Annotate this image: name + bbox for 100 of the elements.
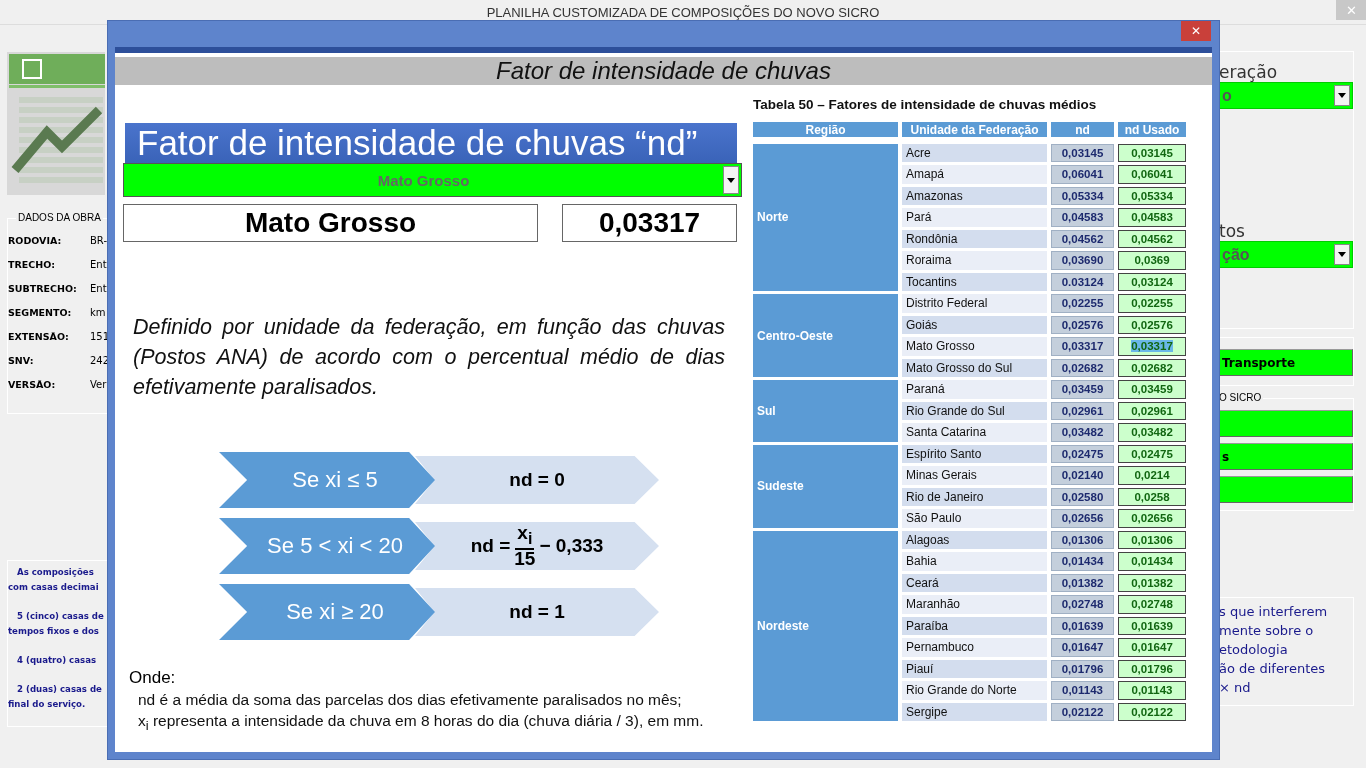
nd-used-cell[interactable]: 0,04562 [1118,229,1186,248]
condition-chevron: Se 5 < xi < 20 [219,518,435,574]
state-cell: Espírito Santo [902,444,1047,463]
dropdown-button[interactable] [723,166,739,194]
action-button[interactable] [1219,410,1353,437]
dropdown[interactable]: o [1219,82,1353,109]
note-text: 4 (quatro) casas [16,654,98,667]
transport-button[interactable]: Transporte [1219,349,1353,376]
state-cell: Amazonas [902,186,1047,205]
state-cell: Pará [902,208,1047,227]
banner-title: Fator de intensidade de chuvas “nd” [125,123,737,163]
note-text: mente sobre o [1219,622,1315,640]
table-title: Tabela 50 – Fatores de intensidade de chuvas médios [753,97,1098,112]
note-text: s que interferem [1219,603,1329,621]
dropdown-button[interactable] [1334,244,1350,265]
close-button[interactable]: ✕ [1181,21,1211,41]
nd-used-cell[interactable]: 0,03317 [1118,337,1186,356]
field-label: SNV: [8,355,35,366]
state-cell: Paraná [902,380,1047,399]
nd-cell: 0,02580 [1051,487,1114,506]
nd-value-box: 0,03317 [562,204,737,242]
condition-chevron: Se xi ≥ 20 [219,584,435,640]
nd-used-cell[interactable]: 0,03482 [1118,423,1186,442]
group-label: DADOS DA OBRA [16,212,103,223]
note-text: ão de diferentes [1219,660,1327,678]
nd-used-cell[interactable]: 0,02475 [1118,444,1186,463]
note-text: etodologia [1219,641,1289,659]
nd-used-cell[interactable]: 0,01639 [1118,616,1186,635]
state-cell: Paraíba [902,616,1047,635]
nd-used-cell[interactable]: 0,01796 [1118,659,1186,678]
window-title: PLANILHA CUSTOMIZADA DE COMPOSIÇÕES DO NOVO SICRO [486,4,880,20]
nd-cell: 0,03145 [1051,143,1114,162]
state-cell: Distrito Federal [902,294,1047,313]
action-button[interactable]: s [1219,443,1353,470]
description-text: Definido por unidade da federação, em função das chuvas (Postos ANA) de acordo com o percentual médio de dias efetivamente paralisados. [133,314,725,401]
state-name-box: Mato Grosso [123,204,538,242]
field-label: SEGMENTO: [8,307,73,318]
nd-cell: 0,02656 [1051,509,1114,528]
dropdown-caret-icon [1338,93,1346,98]
nd-cell: 0,03482 [1051,423,1114,442]
nd-cell: 0.03124 [1051,272,1114,291]
nd-cell: 0,01434 [1051,552,1114,571]
column-header: Unidade da Federação [902,122,1047,137]
nd-used-cell[interactable]: 0,02748 [1118,595,1186,614]
nd-used-cell[interactable]: 0,02656 [1118,509,1186,528]
nd-used-cell[interactable]: 0,02961 [1118,401,1186,420]
nd-used-cell[interactable]: 0,02682 [1118,358,1186,377]
definition-text: x$_{i}$ representa a intensidade da chuva em 8 horas do dia (chuva diária / 3), em mm. [138,712,705,734]
dropdown-caret-icon [727,177,735,183]
field-label: RODOVIA: [8,235,63,246]
state-dropdown[interactable]: Mato Grosso [123,163,742,197]
nd-used-cell[interactable]: 0,01647 [1118,638,1186,657]
state-cell: Mato Grosso do Sul [902,358,1047,377]
nd-used-cell[interactable]: 0,02122 [1118,702,1186,721]
nd-used-cell[interactable]: 0,01382 [1118,573,1186,592]
nd-cell: 0,05334 [1051,186,1114,205]
condition-chevron: Se xi ≤ 5 [219,452,435,508]
field-label: EXTENSÃO: [8,331,70,342]
nd-used-cell[interactable]: 0,03459 [1118,380,1186,399]
nd-used-cell[interactable]: 0,02576 [1118,315,1186,334]
nd-used-cell[interactable]: 0,04583 [1118,208,1186,227]
field-value: Ver [90,379,107,390]
nd-used-cell[interactable]: 0,0214 [1118,466,1186,485]
state-cell: Rio Grande do Norte [902,681,1047,700]
nd-cell: 0,02748 [1051,595,1114,614]
nd-cell: 0,01796 [1051,659,1114,678]
state-cell: Sergipe [902,702,1047,721]
nd-used-cell[interactable]: 0,05334 [1118,186,1186,205]
state-cell: Roraima [902,251,1047,270]
note-text: 2 (duas) casas de final do serviço. [8,683,103,711]
dropdown-button[interactable] [1334,85,1350,106]
dropdown[interactable]: ção [1219,241,1353,268]
field-value: BR- [90,235,107,246]
field-label: VERSÃO: [8,379,57,390]
note-text: 5 (cinco) casas de tempos fixos e dos [8,610,105,638]
nd-used-cell[interactable]: 0,06041 [1118,165,1186,184]
nd-cell: 0,02682 [1051,358,1114,377]
nd-used-cell[interactable]: 0,02255 [1118,294,1186,313]
nd-cell: 0,02255 [1051,294,1114,313]
state-cell: Goiás [902,315,1047,334]
spreadsheet-chart-icon [7,52,105,195]
state-cell: Mato Grosso [902,337,1047,356]
state-cell: Ceará [902,573,1047,592]
nd-cell: 0,01382 [1051,573,1114,592]
nd-used-cell[interactable]: 0,01434 [1118,552,1186,571]
nd-used-cell[interactable]: 0,0369 [1118,251,1186,270]
nd-used-cell[interactable]: 0,01306 [1118,530,1186,549]
nd-cell: 0,02475 [1051,444,1114,463]
state-cell: Amapá [902,165,1047,184]
nd-used-cell[interactable]: 0,03145 [1118,143,1186,162]
nd-cell: 0,03317 [1051,337,1114,356]
action-button[interactable] [1219,476,1353,503]
definition-text: nd é a média da soma das parcelas dos dias efetivamente paralisados no mês; [138,691,683,709]
state-cell: Tocantins [902,272,1047,291]
nd-used-cell[interactable]: 0,0258 [1118,487,1186,506]
nd-used-cell[interactable]: 0,03124 [1118,272,1186,291]
column-header: nd [1051,122,1114,137]
nd-cell: 0,02576 [1051,315,1114,334]
nd-used-cell[interactable]: 0,01143 [1118,681,1186,700]
nd-cell: 0,01143 [1051,681,1114,700]
